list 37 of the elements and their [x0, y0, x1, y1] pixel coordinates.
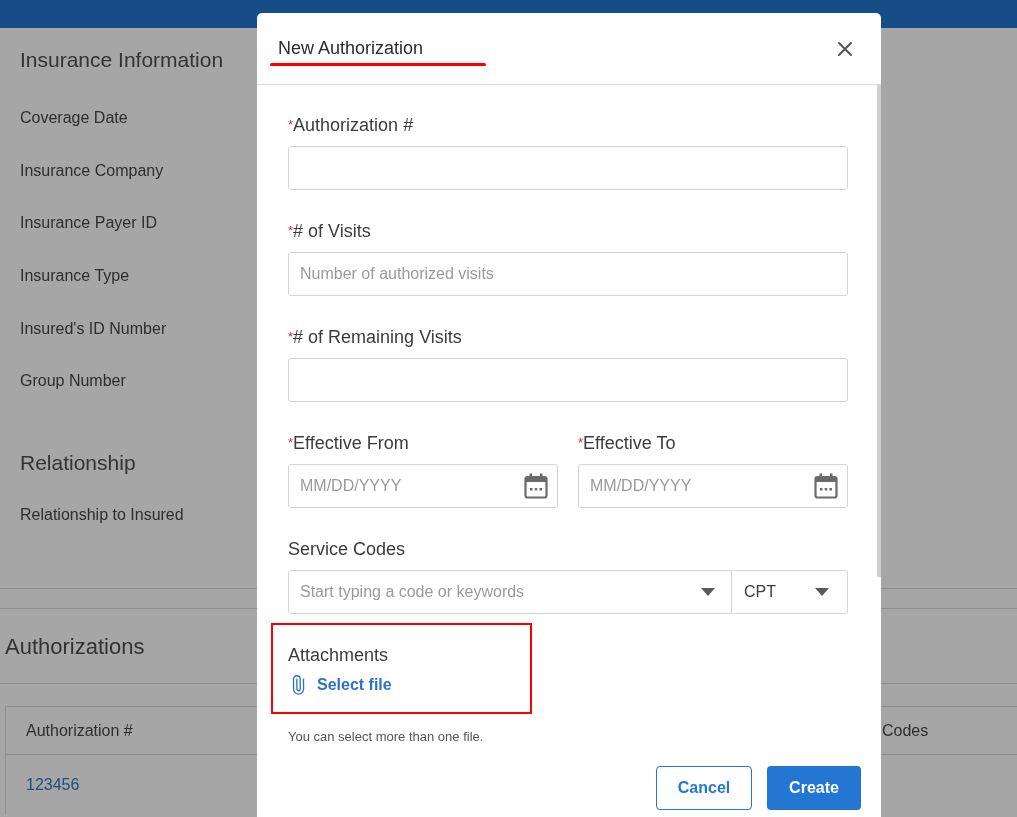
code-type-select[interactable]: CPT — [733, 570, 848, 614]
field-label: Insured's ID Number — [20, 318, 167, 339]
field-label: Coverage Date — [20, 108, 128, 129]
section-title: Authorizations — [5, 632, 145, 661]
select-file-link[interactable]: Select file — [288, 673, 392, 697]
field-label: Attachments — [288, 644, 390, 667]
field-label: *Effective To — [578, 432, 677, 455]
column-header: Codes — [882, 721, 929, 739]
date-field[interactable]: MM/DD/YYYY — [288, 464, 558, 508]
calendar-icon — [524, 473, 548, 499]
text-field[interactable] — [288, 358, 848, 402]
scrollbar[interactable] — [877, 85, 881, 577]
authorization-link[interactable]: 123456 — [26, 773, 80, 798]
dialog-title: New Authorization — [278, 37, 424, 60]
text-field[interactable]: Number of authorized visits — [288, 252, 848, 296]
caret-down-icon — [701, 588, 715, 596]
column-header: Authorization # — [26, 721, 133, 739]
calendar-icon — [814, 473, 838, 499]
field-label: Relationship to Insured — [20, 504, 184, 525]
field-label: *Authorization # — [288, 114, 415, 137]
section-title: Relationship — [20, 449, 136, 476]
code-search-combobox[interactable]: Start typing a code or keywords — [288, 570, 732, 614]
field-label: Insurance Company — [20, 160, 164, 181]
text-field[interactable] — [288, 146, 848, 190]
field-label: Insurance Payer ID — [20, 213, 157, 234]
field-label: Service Codes — [288, 538, 407, 561]
section-title: Insurance Information — [20, 47, 224, 74]
field-label: *# of Visits — [288, 220, 372, 243]
caret-down-icon — [815, 588, 829, 596]
hint-text: You can select more than one file. — [288, 728, 485, 746]
create-button[interactable]: Create — [767, 765, 861, 810]
field-label: Insurance Type — [20, 266, 130, 287]
date-field[interactable]: MM/DD/YYYY — [578, 464, 848, 508]
field-label: *Effective From — [288, 432, 410, 455]
cancel-button[interactable]: Cancel — [656, 765, 752, 810]
field-label: Group Number — [20, 371, 126, 392]
field-label: *# of Remaining Visits — [288, 326, 463, 349]
